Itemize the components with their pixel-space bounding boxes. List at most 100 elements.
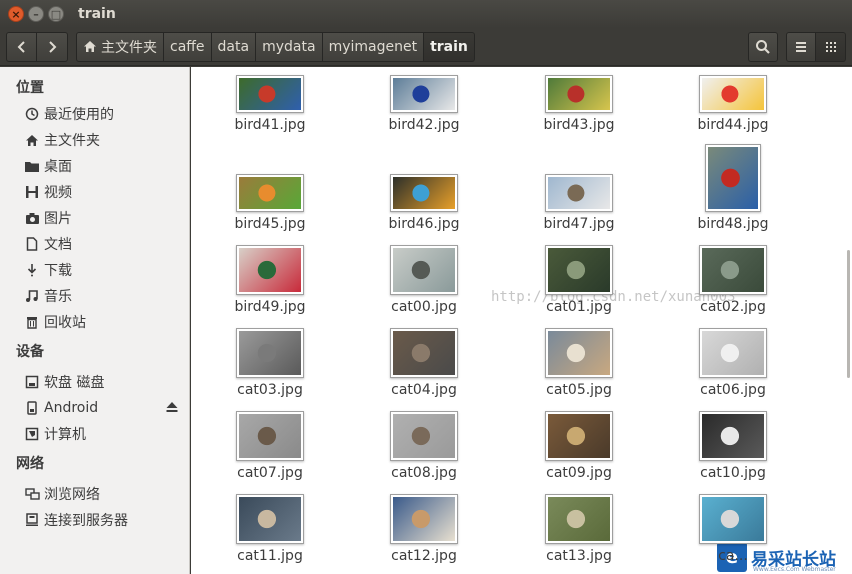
window-title: train [78,6,116,22]
camera-icon [24,210,40,226]
file-thumbnail[interactable] [236,245,304,295]
chevron-right-icon [49,40,57,53]
minimize-button[interactable]: – [28,6,44,22]
sidebar-item-home[interactable]: 主文件夹 [0,127,189,153]
film-icon [24,184,40,200]
toolbar-right [748,31,846,62]
file-name[interactable]: cat03.jpg [195,382,345,398]
maximize-button[interactable]: □ [48,6,64,22]
file-thumbnail[interactable] [390,494,458,544]
file-name[interactable]: cat08.jpg [349,465,499,481]
file-thumbnail[interactable] [545,328,613,378]
file-name[interactable]: cat12.jpg [349,548,499,564]
breadcrumb-label: 主文件夹 [101,39,157,56]
file-thumbnail[interactable] [390,328,458,378]
breadcrumb-mydata[interactable]: mydata [256,31,323,62]
file-thumbnail[interactable] [545,411,613,461]
file-thumbnail[interactable] [705,144,761,212]
sidebar-item-label: 浏览网络 [44,487,100,503]
sidebar-item-label: 图片 [44,211,72,227]
file-thumbnail[interactable] [699,75,767,113]
network-icon [24,486,40,502]
sidebar-item-music[interactable]: 音乐 [0,283,189,309]
sidebar-item-label: 计算机 [44,427,86,443]
sidebar-section-places: 位置 [16,80,44,96]
file-name[interactable]: cat01.jpg [504,299,654,315]
thumbnail-image [702,248,764,292]
file-thumbnail[interactable] [699,328,767,378]
file-name[interactable]: bird41.jpg [195,117,345,133]
sidebar-item-label: 下载 [44,263,72,279]
close-button[interactable]: × [8,6,24,22]
thumbnail-image [702,78,764,110]
file-name[interactable]: bird48.jpg [658,216,808,232]
sidebar-item-floppy[interactable]: 软盘 磁盘 [0,369,189,395]
breadcrumb-train[interactable]: train [424,31,475,62]
file-name[interactable]: bird42.jpg [349,117,499,133]
nav-buttons [6,31,68,62]
file-name[interactable]: cat10.jpg [658,465,808,481]
phone-icon [24,400,40,416]
sidebar-item-recent[interactable]: 最近使用的 [0,101,189,127]
file-thumbnail[interactable] [699,411,767,461]
file-thumbnail[interactable] [545,174,613,212]
eject-icon[interactable] [165,400,179,418]
thumbnail-image [393,177,455,209]
file-thumbnail[interactable] [236,75,304,113]
sidebar-item-downloads[interactable]: 下载 [0,257,189,283]
file-name[interactable]: bird44.jpg [658,117,808,133]
sidebar-item-browse-network[interactable]: 浏览网络 [0,481,189,507]
file-thumbnail[interactable] [236,411,304,461]
back-button[interactable] [6,31,37,62]
breadcrumb-caffe[interactable]: caffe [164,31,212,62]
file-thumbnail[interactable] [236,174,304,212]
forward-button[interactable] [37,31,68,62]
file-thumbnail[interactable] [390,245,458,295]
file-thumbnail[interactable] [545,494,613,544]
sidebar-item-label: 连接到服务器 [44,513,128,529]
file-name[interactable]: cat13.jpg [504,548,654,564]
file-thumbnail[interactable] [390,411,458,461]
file-name[interactable]: cat07.jpg [195,465,345,481]
sidebar-item-label: 主文件夹 [44,133,100,149]
file-name[interactable]: bird46.jpg [349,216,499,232]
thumbnail-image [239,331,301,375]
file-thumbnail[interactable] [390,174,458,212]
file-name[interactable]: cat09.jpg [504,465,654,481]
file-thumbnail[interactable] [236,328,304,378]
breadcrumb-data[interactable]: data [211,31,257,62]
file-name[interactable]: cat05.jpg [504,382,654,398]
file-thumbnail[interactable] [699,245,767,295]
file-name[interactable]: cat11.jpg [195,548,345,564]
file-thumbnail[interactable] [545,245,613,295]
file-name[interactable]: bird45.jpg [195,216,345,232]
file-thumbnail[interactable] [699,494,767,544]
list-view-button[interactable] [786,31,816,62]
file-thumbnail[interactable] [390,75,458,113]
sidebar-item-connect-server[interactable]: 连接到服务器 [0,507,189,533]
sidebar-item-label: 软盘 磁盘 [44,375,105,391]
file-thumbnail[interactable] [236,494,304,544]
sidebar-item-trash[interactable]: 回收站 [0,309,189,335]
file-name[interactable]: cat00.jpg [349,299,499,315]
search-button[interactable] [748,31,778,62]
sidebar-item-pictures[interactable]: 图片 [0,205,189,231]
sidebar-item-documents[interactable]: 文档 [0,231,189,257]
file-name[interactable]: cat04.jpg [349,382,499,398]
file-name[interactable]: cat06.jpg [658,382,808,398]
file-name[interactable]: ca... [658,548,808,564]
file-name[interactable]: cat02.jpg [658,299,808,315]
file-name[interactable]: bird49.jpg [195,299,345,315]
sidebar-item-desktop[interactable]: 桌面 [0,153,189,179]
grid-view-button[interactable] [816,31,846,62]
breadcrumb-myimagenet[interactable]: myimagenet [322,31,425,62]
file-name[interactable]: bird43.jpg [504,117,654,133]
sidebar-item-videos[interactable]: 视频 [0,179,189,205]
sidebar-item-label: 视频 [44,185,72,201]
file-thumbnail[interactable] [545,75,613,113]
breadcrumb-home[interactable]: 主文件夹 [76,31,164,62]
scrollbar[interactable] [847,250,850,378]
sidebar-item-android[interactable]: Android [0,395,189,421]
file-name[interactable]: bird47.jpg [504,216,654,232]
sidebar-item-computer[interactable]: 计算机 [0,421,189,447]
